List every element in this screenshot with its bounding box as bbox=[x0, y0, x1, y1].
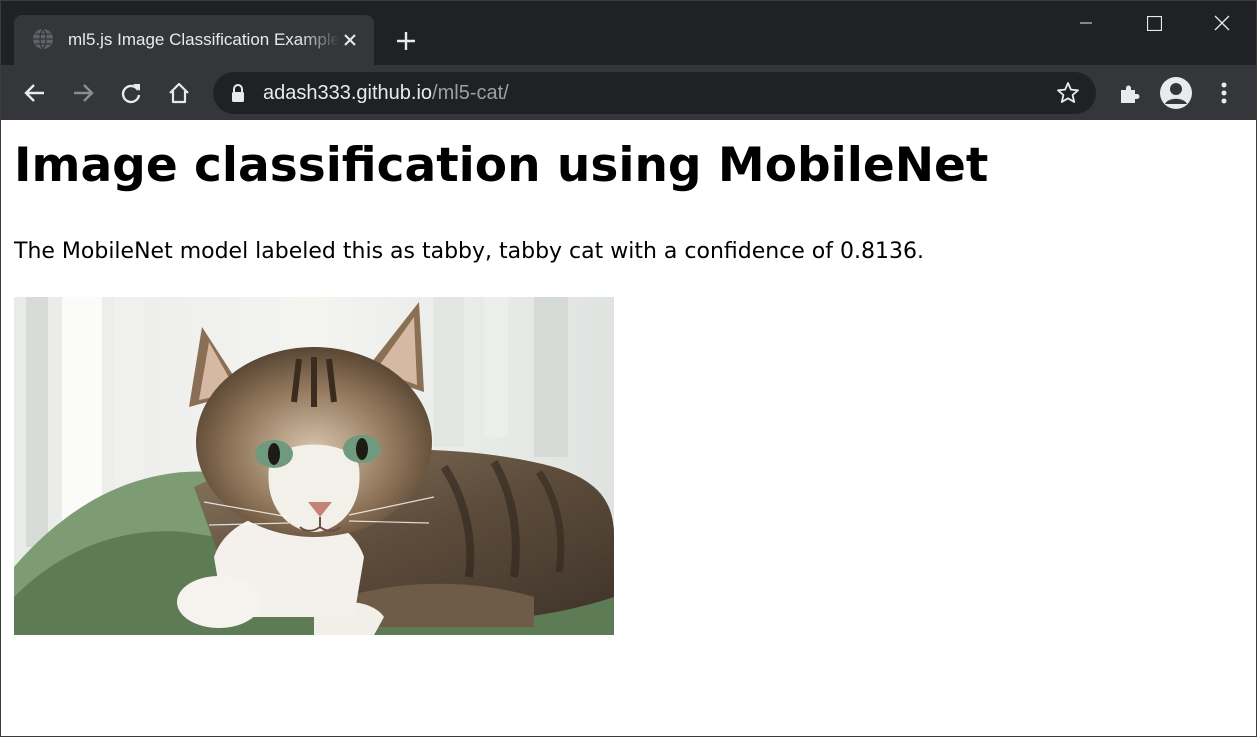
forward-icon[interactable] bbox=[65, 75, 101, 111]
close-icon[interactable] bbox=[1188, 1, 1256, 45]
url-host: adash333.github.io bbox=[263, 82, 433, 104]
address-bar[interactable]: adash333.github.io/ml5-cat/ bbox=[213, 72, 1096, 114]
tab-close-icon[interactable] bbox=[338, 28, 362, 52]
classification-result: The MobileNet model labeled this as tabb… bbox=[14, 239, 924, 264]
tab-strip: ml5.js Image Classification Example bbox=[1, 1, 1256, 65]
maximize-icon[interactable] bbox=[1120, 1, 1188, 45]
reload-icon[interactable] bbox=[113, 75, 149, 111]
back-icon[interactable] bbox=[17, 75, 53, 111]
new-tab-icon[interactable] bbox=[391, 26, 421, 56]
url-path: /ml5-cat/ bbox=[432, 82, 509, 104]
toolbar: adash333.github.io/ml5-cat/ bbox=[1, 65, 1256, 120]
minimize-icon[interactable] bbox=[1052, 1, 1120, 45]
tab-title: ml5.js Image Classification Example bbox=[68, 30, 340, 49]
star-icon[interactable] bbox=[1056, 81, 1080, 105]
menu-icon[interactable] bbox=[1206, 75, 1242, 111]
page-content: Image classification using MobileNet The… bbox=[1, 120, 1256, 736]
lock-icon bbox=[232, 84, 244, 102]
browser-window: ml5.js Image Classification Example adas… bbox=[0, 0, 1257, 737]
cat-image bbox=[14, 297, 614, 635]
profile-icon[interactable] bbox=[1158, 75, 1194, 111]
home-icon[interactable] bbox=[161, 75, 197, 111]
extensions-icon[interactable] bbox=[1111, 75, 1147, 111]
active-tab[interactable]: ml5.js Image Classification Example bbox=[14, 15, 374, 65]
url-text[interactable]: adash333.github.io/ml5-cat/ bbox=[263, 81, 509, 105]
page-title: Image classification using MobileNet bbox=[14, 138, 989, 193]
globe-icon bbox=[33, 28, 53, 50]
